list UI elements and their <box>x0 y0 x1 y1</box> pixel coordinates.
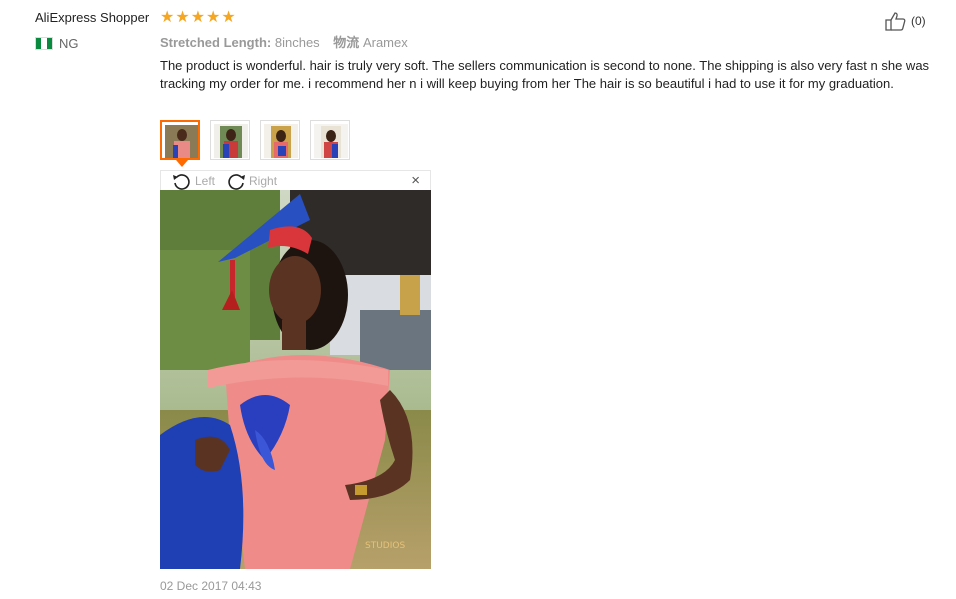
rating-stars: ★ ★ ★ ★ ★ <box>160 9 236 27</box>
selected-thumbnail-indicator <box>176 160 188 167</box>
star-icon: ★ <box>160 9 175 26</box>
attribute-key: 物流 <box>333 35 360 50</box>
photo-thumbnail[interactable] <box>210 120 250 160</box>
thumbs-up-icon <box>885 12 906 31</box>
nigeria-flag-icon <box>35 37 53 50</box>
star-icon: ★ <box>206 9 221 26</box>
photo-thumbnail[interactable] <box>310 120 350 160</box>
reviewer-name: AliExpress Shopper <box>35 10 150 25</box>
graduation-photo: STUDIOS <box>160 190 431 569</box>
reviewer-country: NG <box>35 36 79 51</box>
review-text: The product is wonderful. hair is truly … <box>160 58 930 91</box>
helpful-button[interactable]: (0) <box>884 11 926 31</box>
photo-thumbnail[interactable] <box>160 120 200 160</box>
star-icon: ★ <box>221 9 236 26</box>
star-icon: ★ <box>175 9 190 26</box>
rotate-right-icon <box>228 173 246 190</box>
rotate-right-label: Right <box>249 173 278 188</box>
review-photo-thumbnails <box>160 120 350 160</box>
attribute-value: Aramex <box>362 35 408 50</box>
rotate-left-label: Left <box>195 173 216 188</box>
rotate-left-icon <box>173 173 190 190</box>
product-attributes: Stretched Length: 8inches 物流 Aramex <box>160 32 418 51</box>
photo-watermark: STUDIOS <box>365 541 405 551</box>
review-date: 02 Dec 2017 04:43 <box>160 579 262 593</box>
helpful-count: (0) <box>911 14 926 28</box>
star-icon: ★ <box>190 9 206 26</box>
photo-viewer-toolbar: Left Right × <box>160 170 431 190</box>
country-code: NG <box>59 36 79 51</box>
review-photo-large: STUDIOS <box>160 190 431 569</box>
close-viewer-button[interactable]: × <box>411 172 420 189</box>
photo-thumbnail[interactable] <box>260 120 300 160</box>
rotate-left-button[interactable]: Left <box>171 172 215 190</box>
attribute-value: 8inches <box>274 35 320 50</box>
attribute-key: Stretched Length: <box>160 35 272 50</box>
rotate-right-button[interactable]: Right <box>225 172 277 190</box>
